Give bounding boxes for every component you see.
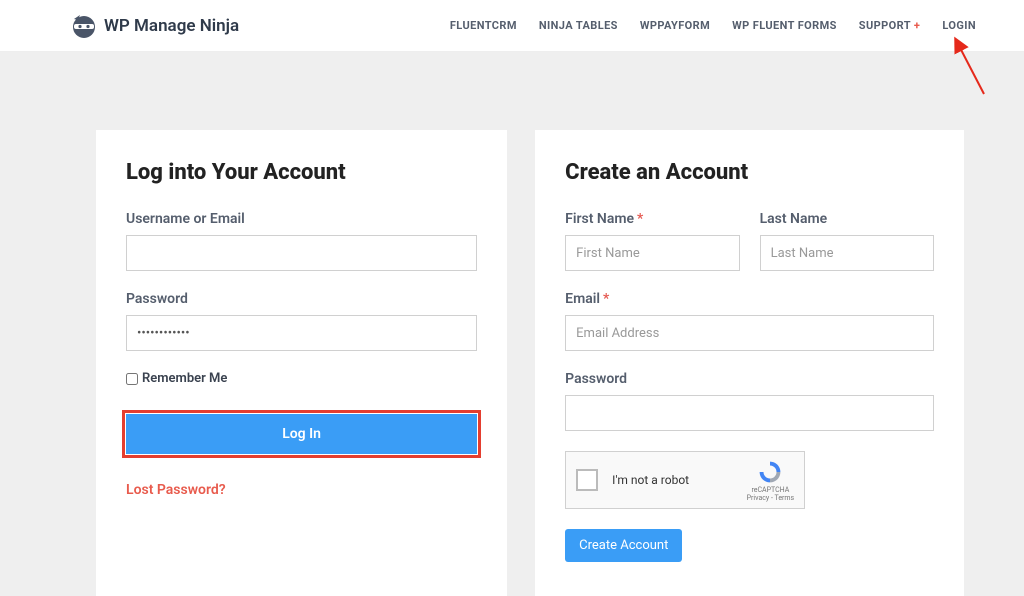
password-label: Password xyxy=(126,291,477,307)
email-input[interactable] xyxy=(565,315,934,351)
nav-ninja-tables[interactable]: NINJA TABLES xyxy=(539,19,618,32)
nav-support[interactable]: SUPPORT+ xyxy=(859,19,921,32)
recaptcha-badge: reCAPTCHA Privacy - Terms xyxy=(747,459,795,502)
plus-icon: + xyxy=(914,19,920,32)
remember-me[interactable]: Remember Me xyxy=(126,371,477,386)
username-input[interactable] xyxy=(126,235,477,271)
remember-checkbox[interactable] xyxy=(126,373,138,385)
lost-password-link[interactable]: Lost Password? xyxy=(126,482,226,498)
first-name-label: First Name* xyxy=(565,211,739,227)
password-input[interactable] xyxy=(126,315,477,351)
header: WP Manage Ninja FLUENTCRM NINJA TABLES W… xyxy=(0,0,1024,52)
reg-password-input[interactable] xyxy=(565,395,934,431)
main-content: Log into Your Account Username or Email … xyxy=(0,52,1024,596)
login-title: Log into Your Account xyxy=(126,160,477,185)
nav-wppayform[interactable]: WPPAYFORM xyxy=(640,19,710,32)
brand-name: WP Manage Ninja xyxy=(104,16,239,36)
recaptcha-text: I'm not a robot xyxy=(612,473,746,487)
login-panel: Log into Your Account Username or Email … xyxy=(96,130,507,596)
first-name-input[interactable] xyxy=(565,235,739,271)
ninja-logo-icon xyxy=(70,12,98,40)
last-name-input[interactable] xyxy=(760,235,934,271)
first-name-field: First Name* xyxy=(565,211,739,271)
last-name-field: Last Name xyxy=(760,211,934,271)
remember-label: Remember Me xyxy=(142,371,227,386)
username-label: Username or Email xyxy=(126,211,477,227)
reg-password-field: Password xyxy=(565,371,934,431)
last-name-label: Last Name xyxy=(760,211,934,227)
password-field: Password xyxy=(126,291,477,351)
nav-login[interactable]: LOGIN xyxy=(942,19,976,32)
email-field: Email* xyxy=(565,291,934,351)
login-button[interactable]: Log In xyxy=(126,414,477,454)
create-account-button[interactable]: Create Account xyxy=(565,529,682,562)
nav-wp-fluent-forms[interactable]: WP FLUENT FORMS xyxy=(732,19,837,32)
recaptcha-checkbox[interactable] xyxy=(576,469,598,491)
email-label: Email* xyxy=(565,291,934,307)
recaptcha-widget[interactable]: I'm not a robot reCAPTCHA Privacy - Term… xyxy=(565,451,805,509)
recaptcha-icon xyxy=(757,459,783,485)
brand-logo[interactable]: WP Manage Ninja xyxy=(70,12,239,40)
register-panel: Create an Account First Name* Last Name … xyxy=(535,130,964,596)
username-field: Username or Email xyxy=(126,211,477,271)
nav-fluentcrm[interactable]: FLUENTCRM xyxy=(450,19,517,32)
main-nav: FLUENTCRM NINJA TABLES WPPAYFORM WP FLUE… xyxy=(450,19,976,32)
reg-password-label: Password xyxy=(565,371,934,387)
register-title: Create an Account xyxy=(565,160,934,185)
